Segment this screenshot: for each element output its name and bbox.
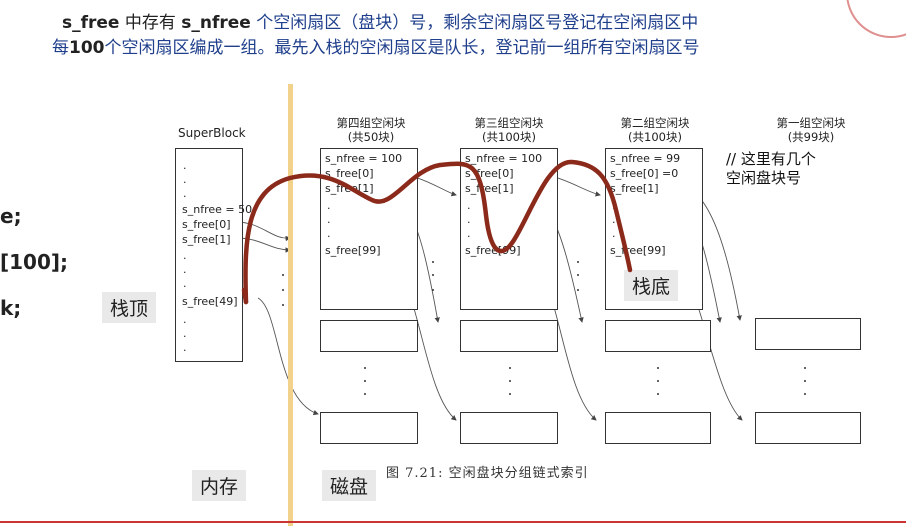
bottom-rule (0, 521, 906, 523)
stack-path-curve (241, 159, 633, 305)
